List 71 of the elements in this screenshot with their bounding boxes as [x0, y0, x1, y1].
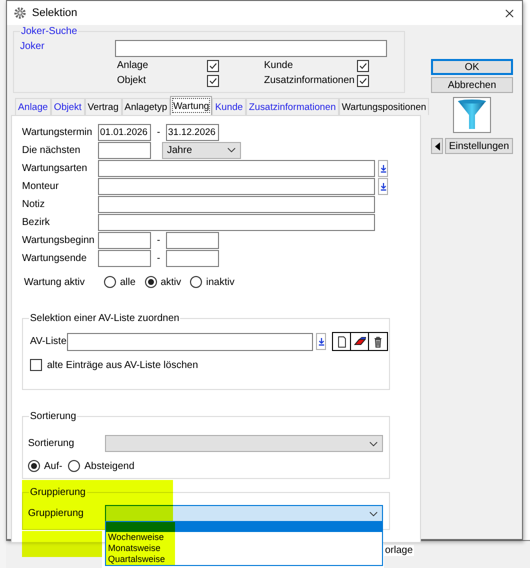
- tab[interactable]: Objekt: [50, 98, 85, 115]
- group-legend: Joker-Suche: [20, 26, 78, 37]
- date-field[interactable]: [98, 250, 151, 266]
- field-label: Joker: [20, 40, 46, 52]
- field-label: Wartungsende: [22, 252, 88, 264]
- unit-dropdown[interactable]: Jahre: [162, 142, 241, 158]
- checkbox[interactable]: [207, 74, 219, 86]
- field-label: Notiz: [22, 198, 46, 210]
- tab[interactable]: Wartungspositionen: [338, 98, 430, 115]
- group-legend: Sortierung: [29, 411, 78, 422]
- download-icon[interactable]: [378, 160, 388, 176]
- field-label: Monteur: [22, 180, 60, 192]
- tab[interactable]: Kunde: [212, 98, 246, 115]
- field-label: Sortierung: [28, 438, 76, 449]
- checkbox[interactable]: [357, 60, 369, 72]
- close-icon[interactable]: [505, 8, 514, 18]
- lookup-field[interactable]: [98, 178, 375, 194]
- checkbox[interactable]: [30, 359, 42, 371]
- chevron-icon: [227, 147, 236, 153]
- date-field[interactable]: 01.01.2026: [98, 124, 151, 140]
- window-title: Selektion: [32, 7, 78, 19]
- range-separator: -: [156, 126, 162, 138]
- download-icon[interactable]: [378, 178, 388, 194]
- checkbox-label: Zusatzinformationen: [264, 75, 356, 86]
- range-separator: -: [156, 234, 162, 246]
- gear-icon: [13, 6, 27, 20]
- radio-option[interactable]: inaktiv: [190, 276, 234, 288]
- checkbox-label: Anlage: [117, 60, 150, 71]
- radio-option[interactable]: aktiv: [144, 276, 182, 288]
- av-list-field[interactable]: [67, 332, 313, 350]
- tab[interactable]: Zusatzinformationen: [246, 98, 339, 115]
- group-legend: Selektion einer AV-Liste zuordnen: [29, 313, 180, 324]
- range-separator: -: [156, 252, 162, 264]
- funnel-icon[interactable]: [453, 97, 491, 133]
- count-field[interactable]: [98, 142, 151, 158]
- checkbox[interactable]: [357, 74, 369, 86]
- tab[interactable]: Anlage: [15, 98, 51, 115]
- table-cell: orlage: [384, 545, 414, 556]
- field-label: Wartungsbeginn: [22, 234, 96, 246]
- date-field[interactable]: [166, 232, 219, 248]
- field-label: Wartungstermin: [22, 126, 94, 138]
- date-field[interactable]: [166, 250, 219, 266]
- checkbox-label: Objekt: [117, 75, 147, 86]
- radio-option[interactable]: Absteigend: [68, 460, 134, 472]
- chevron-icon: [369, 440, 378, 446]
- field-label: Wartung aktiv: [23, 276, 86, 288]
- download-icon[interactable]: [316, 333, 326, 350]
- field-label: Die nächsten: [22, 144, 82, 156]
- checkbox-label: Kunde: [264, 60, 294, 71]
- text-field[interactable]: [98, 214, 375, 230]
- field-label: Gruppierung: [28, 508, 85, 519]
- eraser-icon[interactable]: [351, 333, 369, 350]
- joker-field[interactable]: [115, 40, 387, 57]
- checkbox-label: alte Einträge aus AV-Liste löschen: [47, 360, 198, 370]
- radio-option[interactable]: alle: [104, 276, 136, 288]
- radio-option[interactable]: Auf-: [28, 460, 62, 472]
- tab[interactable]: Vertrag: [84, 98, 122, 115]
- tab[interactable]: Anlagetyp: [122, 98, 170, 115]
- text-field[interactable]: [98, 196, 375, 212]
- settings-button[interactable]: Einstellungen: [445, 138, 513, 154]
- field-label: Wartungsarten: [22, 162, 88, 174]
- field-label: AV-Liste: [30, 336, 67, 347]
- dialog-button[interactable]: Abbrechen: [431, 77, 513, 93]
- dialog-button[interactable]: OK: [431, 59, 513, 75]
- lookup-field[interactable]: [98, 160, 375, 176]
- field-label: Bezirk: [22, 216, 51, 228]
- tab[interactable]: Wartung: [170, 96, 212, 115]
- chevron-icon: [369, 510, 378, 516]
- date-field[interactable]: [98, 232, 151, 248]
- date-field[interactable]: 31.12.2026: [166, 124, 219, 140]
- checkbox[interactable]: [207, 60, 219, 72]
